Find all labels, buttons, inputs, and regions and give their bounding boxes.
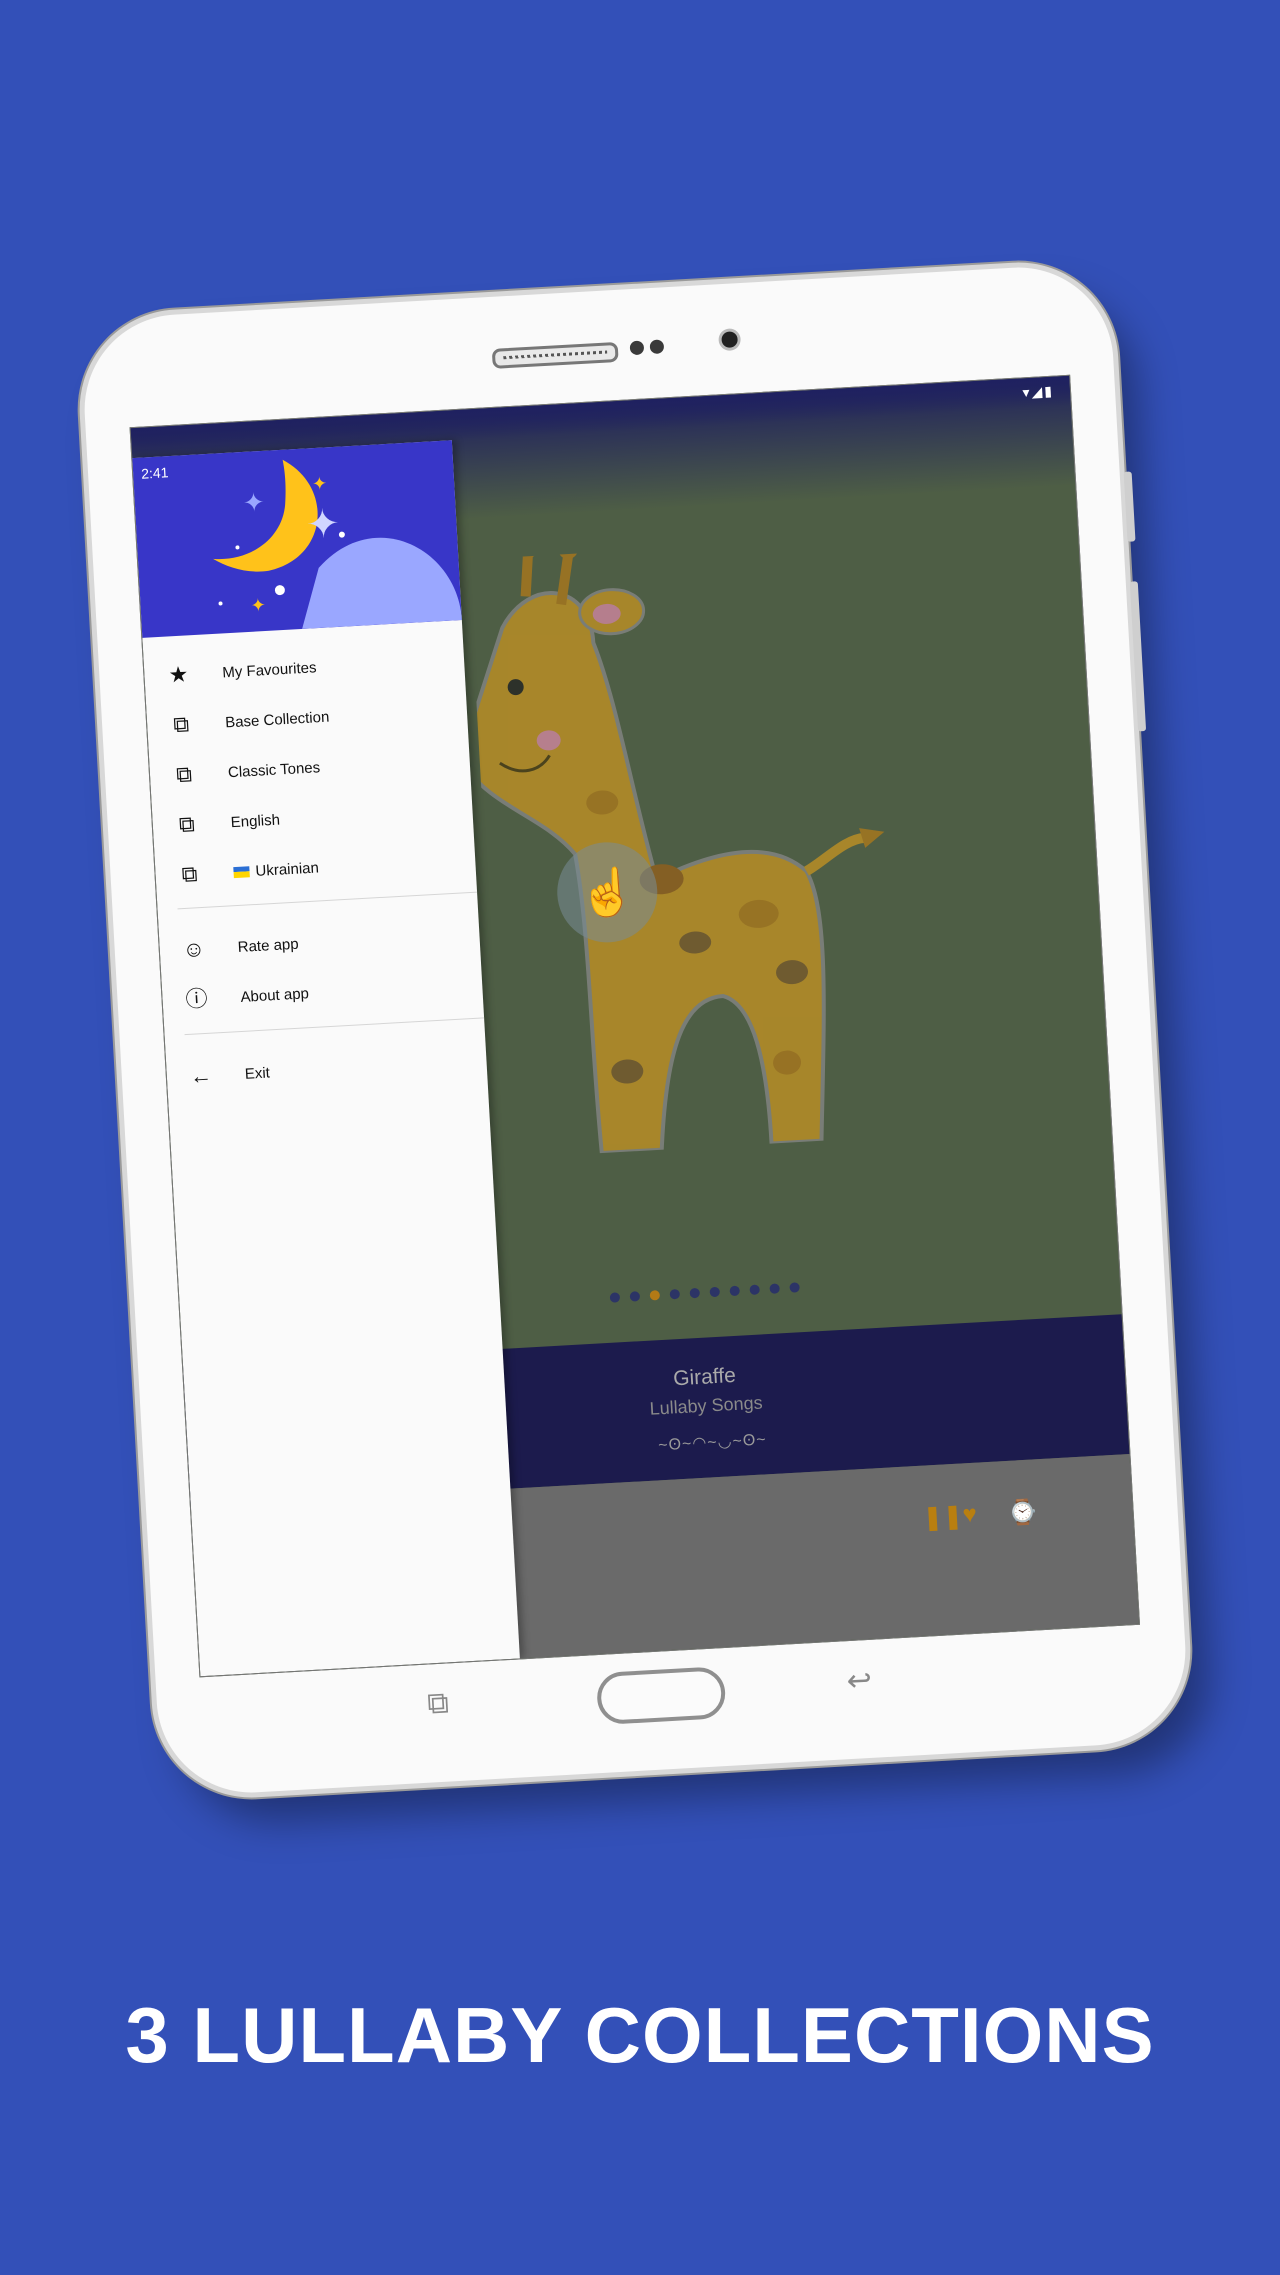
heart-icon[interactable]: ♥ [962, 1501, 978, 1530]
giraffe-illustration [468, 538, 885, 1156]
back-icon[interactable]: ↩ [846, 1663, 873, 1699]
page-dot[interactable] [689, 1287, 701, 1299]
music-library-icon: ⧉ [178, 811, 196, 838]
page-dot[interactable] [749, 1284, 760, 1295]
app-screen: ☝ Giraffe Lullaby Songs ~ʘ~◠~◡~ʘ~ ❚❚ ♥ ⌚… [129, 374, 1140, 1678]
speaker-grille [491, 341, 619, 369]
timer-off-icon[interactable]: ⌚ [1007, 1497, 1038, 1528]
page-dot[interactable] [649, 1290, 661, 1301]
page-dot[interactable] [709, 1286, 721, 1298]
page-indicator [609, 1282, 800, 1303]
info-icon: ⓘ [184, 985, 209, 1013]
menu-item-label: Rate app [237, 935, 300, 956]
page-dot[interactable] [729, 1285, 740, 1297]
drawer-header: ✦ ✦ ✦ ✦ [132, 440, 462, 638]
smile-icon: ☺ [181, 935, 206, 963]
navigation-drawer: ✦ ✦ ✦ ✦ 2:41 ★ My Favourites ⧉ Base Coll… [132, 440, 520, 1677]
page-dot[interactable] [629, 1291, 641, 1302]
sensor-dot [649, 339, 665, 355]
menu-item-label: Ukrainian [255, 858, 320, 880]
menu-item-label: Base Collection [224, 708, 330, 731]
ukraine-flag-icon [233, 865, 250, 878]
star-icon: ✦ [242, 487, 265, 518]
status-icons: ▾◢▮ [1022, 383, 1054, 402]
star-icon: ✦ [305, 502, 341, 548]
camera-icon [721, 331, 739, 349]
star-icon: ★ [167, 661, 189, 688]
status-time: 2:41 [140, 464, 169, 482]
tablet-device: ☝ Giraffe Lullaby Songs ~ʘ~◠~◡~ʘ~ ❚❚ ♥ ⌚… [79, 262, 1191, 1798]
page-dot[interactable] [609, 1292, 621, 1303]
menu-item-label: Classic Tones [227, 758, 321, 781]
menu-item-label: About app [240, 984, 310, 1006]
battery-icon: ▮ [1043, 382, 1055, 400]
power-button [1129, 581, 1147, 732]
volume-button [1123, 471, 1136, 542]
menu-item-label: English [230, 811, 281, 831]
menu-item-exit[interactable]: ← Exit [166, 1036, 488, 1102]
song-title: Giraffe [672, 1363, 737, 1391]
arrow-back-icon: ← [189, 1062, 213, 1089]
ornament-divider: ~ʘ~◠~◡~ʘ~ [657, 1431, 768, 1455]
music-library-icon: ⧉ [172, 711, 190, 738]
signal-icon: ◢ [1031, 383, 1045, 400]
home-button[interactable] [595, 1666, 727, 1726]
menu-item-label: Exit [244, 1063, 271, 1083]
pause-icon[interactable]: ❚❚ [922, 1501, 964, 1532]
star-icon: ✦ [311, 473, 327, 494]
page-dot[interactable] [789, 1282, 800, 1293]
song-subtitle: Lullaby Songs [649, 1392, 764, 1419]
promo-page: ☝ Giraffe Lullaby Songs ~ʘ~◠~◡~ʘ~ ❚❚ ♥ ⌚… [0, 0, 1280, 2275]
page-dot[interactable] [669, 1288, 681, 1300]
promo-headline: 3 LULLABY COLLECTIONS [125, 1991, 1155, 2079]
music-library-icon: ⧉ [181, 861, 199, 888]
recent-apps-icon[interactable]: ⧉ [426, 1686, 449, 1721]
sensor-dot [629, 340, 645, 356]
music-library-icon: ⧉ [175, 761, 193, 788]
star-icon: ✦ [250, 595, 266, 616]
menu-item-label: My Favourites [221, 658, 317, 681]
page-dot[interactable] [769, 1283, 780, 1294]
moon-night-illustration: ✦ ✦ ✦ ✦ [213, 459, 462, 629]
